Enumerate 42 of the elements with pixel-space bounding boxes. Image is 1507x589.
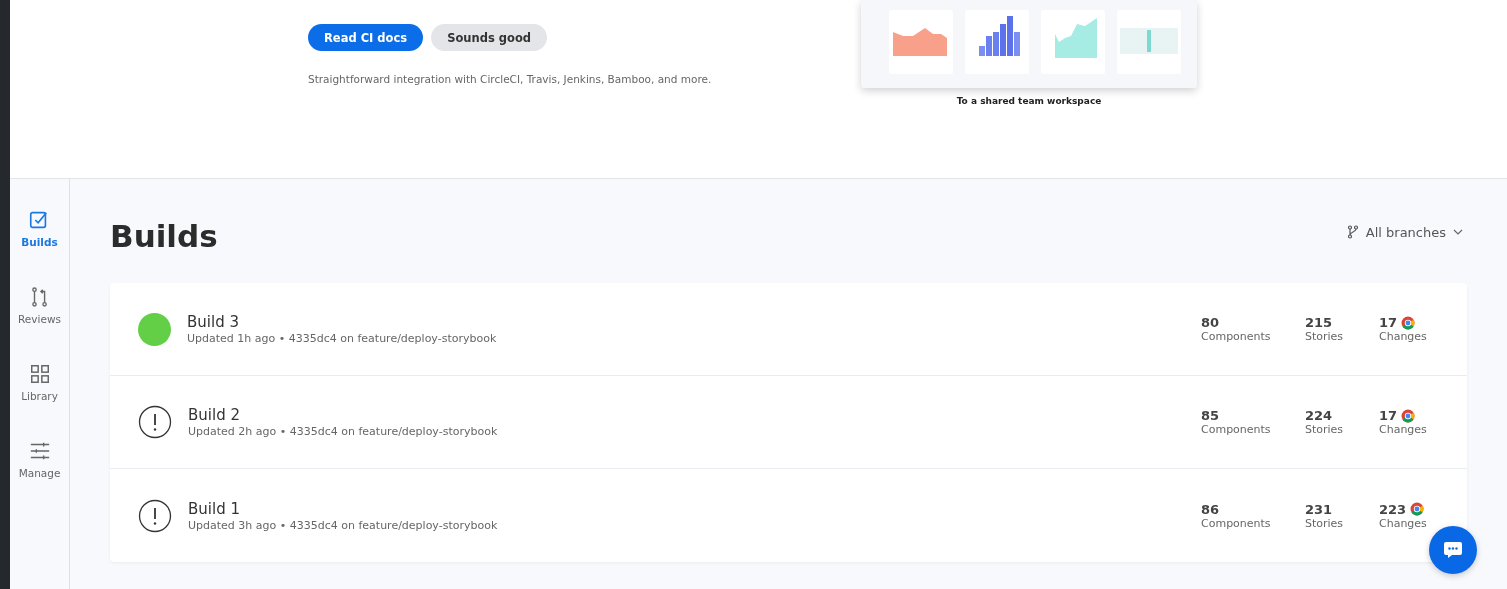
stat-label: Changes bbox=[1379, 516, 1428, 530]
build-details: Updated 3h ago • 4335dc4 on feature/deploy-storybook bbox=[188, 518, 499, 532]
stat-label: Stories bbox=[1305, 516, 1345, 530]
sliders-icon bbox=[28, 440, 51, 462]
sidebar-item[interactable]: Manage bbox=[18, 440, 61, 479]
page-title: Builds bbox=[110, 218, 218, 254]
stat-value: 85 bbox=[1201, 408, 1220, 423]
sidebar-item[interactable]: Reviews bbox=[18, 286, 61, 325]
stat-value: 80 bbox=[1201, 315, 1220, 330]
build-details: Updated 2h ago • 4335dc4 on feature/deploy-storybook bbox=[188, 425, 499, 438]
stat-label: Stories bbox=[1305, 330, 1345, 343]
chat-icon bbox=[1443, 540, 1463, 560]
stat-label: Components bbox=[1201, 516, 1272, 530]
docs-button[interactable]: Read CI docs bbox=[308, 24, 424, 51]
stat-label: Components bbox=[1201, 330, 1272, 343]
stat-value: 231 bbox=[1305, 501, 1333, 517]
build-name: Build 2 bbox=[188, 406, 241, 424]
stat-label: Components bbox=[1201, 423, 1272, 436]
preview-caption: To a shared team workspace bbox=[956, 96, 1102, 106]
integration-note: Straightforward integration with CircleCI, Travis, Jenkins, Bamboo, and more. bbox=[308, 73, 713, 85]
stat-value: 86 bbox=[1201, 501, 1220, 517]
confirm-button[interactable]: Sounds good bbox=[431, 24, 548, 51]
caret-icon bbox=[1453, 229, 1463, 235]
stat-label: Stories bbox=[1305, 423, 1345, 436]
build-name: Build 3 bbox=[187, 313, 240, 331]
grid-icon bbox=[28, 363, 51, 385]
branch-icon bbox=[1346, 225, 1359, 239]
branch-dropdown[interactable]: All branches bbox=[1346, 224, 1463, 240]
browser-icon bbox=[1410, 502, 1425, 516]
sidebar-item[interactable]: Library bbox=[21, 363, 58, 402]
stat-value: 17 bbox=[1379, 315, 1398, 330]
build-details: Updated 1h ago • 4335dc4 on feature/deploy-storybook bbox=[187, 332, 498, 345]
stat-label: Changes bbox=[1379, 423, 1428, 436]
browser-icon bbox=[1401, 315, 1416, 330]
stat-value: 17 bbox=[1379, 408, 1398, 423]
stat-value: 215 bbox=[1305, 315, 1333, 330]
stat-value: 223 bbox=[1379, 501, 1407, 517]
stat-label: Changes bbox=[1379, 330, 1428, 343]
browser-icon bbox=[1401, 408, 1416, 423]
sidebar-item[interactable]: Builds bbox=[21, 209, 58, 248]
stat-value: 224 bbox=[1305, 408, 1333, 423]
build-name: Build 1 bbox=[188, 499, 241, 518]
